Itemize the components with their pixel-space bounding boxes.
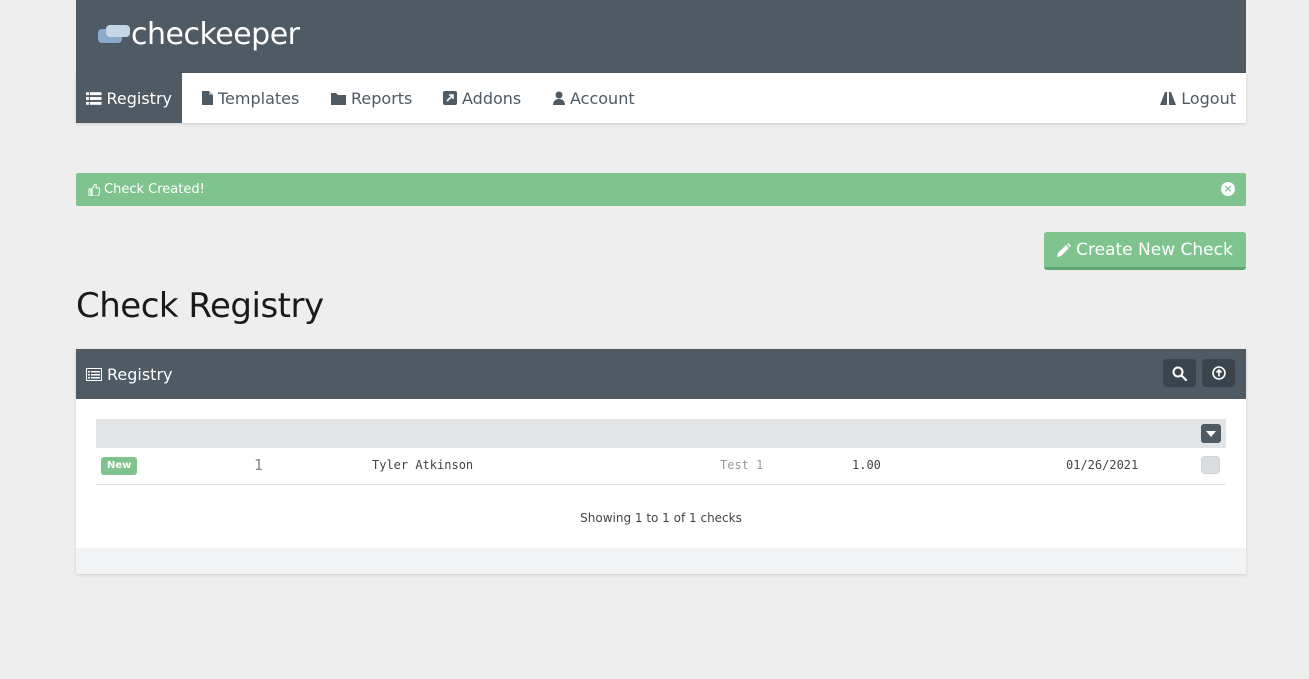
nav-label: Templates [218, 88, 300, 108]
file-icon [202, 91, 213, 105]
row-select-checkbox[interactable] [1201, 456, 1220, 474]
create-new-check-button[interactable]: Create New Check [1044, 232, 1246, 270]
nav-item-templates[interactable]: Templates [192, 73, 309, 123]
nav-item-reports[interactable]: Reports [321, 73, 422, 123]
pencil-icon [1057, 242, 1072, 257]
main-nav: Registry Templates Reports Addons Accoun… [76, 73, 1246, 123]
road-icon [1160, 91, 1177, 105]
thumbs-up-icon [88, 183, 100, 196]
panel-footer [76, 548, 1246, 574]
export-button[interactable] [1202, 359, 1235, 387]
memo: Test 1 [720, 458, 764, 472]
table-row[interactable]: New 1 Tyler Atkinson Test 1 1.00 01/26/2… [96, 449, 1226, 485]
payee-name: Tyler Atkinson [372, 458, 474, 472]
table-summary: Showing 1 to 1 of 1 checks [580, 511, 742, 525]
nav-label: Account [570, 88, 635, 108]
brand-logo[interactable]: checkeeper [98, 14, 300, 54]
success-alert: Check Created! × [76, 173, 1246, 206]
user-icon [553, 91, 565, 105]
alert-text: Check Created! [104, 182, 205, 197]
registry-panel: Registry New 1 Tyler Atkinson Test 1 1.0… [76, 349, 1246, 574]
nav-label: Reports [351, 88, 413, 108]
logo-mark-icon [98, 23, 130, 45]
page-title: Check Registry [76, 286, 324, 326]
logout-label: Logout [1181, 88, 1236, 108]
folder-icon [331, 92, 346, 105]
table-header [96, 419, 1226, 448]
nav-item-addons[interactable]: Addons [433, 73, 531, 123]
list-icon [86, 91, 102, 105]
status-badge: New [101, 457, 138, 475]
nav-label: Addons [462, 88, 522, 108]
create-button-label: Create New Check [1076, 239, 1233, 260]
brand-bar: checkeeper [76, 0, 1246, 73]
search-icon [1172, 366, 1187, 381]
logout-link[interactable]: Logout [1150, 73, 1246, 123]
check-number: 1 [254, 456, 264, 474]
column-options-button[interactable] [1201, 424, 1221, 443]
panel-title: Registry [86, 349, 173, 399]
nav-item-account[interactable]: Account [543, 73, 645, 123]
check-date: 01/26/2021 [1066, 458, 1139, 472]
panel-title-text: Registry [107, 364, 173, 384]
nav-item-registry[interactable]: Registry [76, 73, 182, 123]
caret-down-icon [1206, 430, 1216, 437]
close-icon[interactable]: × [1221, 182, 1235, 196]
upload-circle-icon [1211, 366, 1226, 380]
brand-name: checkeeper [131, 16, 300, 52]
amount: 1.00 [852, 458, 881, 472]
registry-icon [86, 367, 102, 381]
panel-header: Registry [76, 349, 1246, 399]
external-link-icon [443, 91, 457, 105]
nav-label: Registry [106, 88, 173, 108]
search-button[interactable] [1163, 359, 1196, 387]
